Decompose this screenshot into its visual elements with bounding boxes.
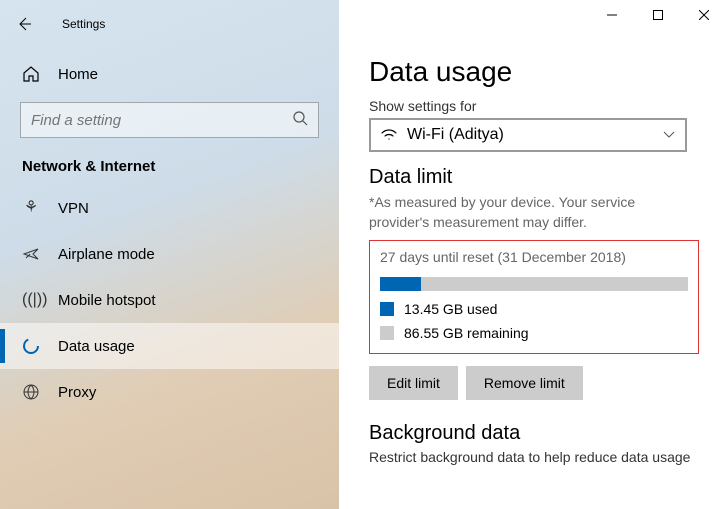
sidebar-item-airplane[interactable]: Airplane mode bbox=[0, 231, 339, 277]
show-settings-label: Show settings for bbox=[369, 98, 699, 114]
sidebar-item-data-usage[interactable]: Data usage bbox=[0, 323, 339, 369]
wifi-icon bbox=[381, 129, 397, 141]
nav-label: VPN bbox=[58, 200, 89, 217]
legend-used: 13.45 GB used bbox=[380, 301, 688, 317]
nav-label: Proxy bbox=[58, 384, 96, 401]
home-icon bbox=[22, 65, 40, 83]
nav-label: Mobile hotspot bbox=[58, 292, 156, 309]
page-title: Data usage bbox=[369, 56, 699, 88]
usage-progress-fill bbox=[380, 277, 421, 291]
legend-remaining: 86.55 GB remaining bbox=[380, 325, 688, 341]
title-bar: Settings bbox=[0, 4, 339, 44]
search-icon bbox=[292, 110, 308, 131]
close-button[interactable] bbox=[681, 0, 727, 30]
main-content: Data usage Show settings for Wi-Fi (Adit… bbox=[339, 0, 727, 509]
remaining-swatch bbox=[380, 326, 394, 340]
home-label: Home bbox=[58, 66, 98, 83]
chevron-down-icon bbox=[663, 131, 675, 139]
reset-text: 27 days until reset (31 December 2018) bbox=[380, 249, 688, 265]
nav-label: Airplane mode bbox=[58, 246, 155, 263]
sidebar-item-proxy[interactable]: Proxy bbox=[0, 369, 339, 415]
data-limit-box: 27 days until reset (31 December 2018) 1… bbox=[369, 240, 699, 354]
sidebar-item-vpn[interactable]: ⚘ VPN bbox=[0, 185, 339, 231]
background-data-desc: Restrict background data to help reduce … bbox=[369, 449, 699, 465]
data-usage-icon bbox=[22, 337, 40, 355]
background-data-heading: Background data bbox=[369, 422, 699, 445]
search-input[interactable] bbox=[20, 102, 319, 138]
network-selected-label: Wi-Fi (Aditya) bbox=[407, 126, 504, 144]
minimize-button[interactable] bbox=[589, 0, 635, 30]
data-limit-note: *As measured by your device. Your servic… bbox=[369, 193, 699, 232]
sidebar-item-hotspot[interactable]: ((|)) Mobile hotspot bbox=[0, 277, 339, 323]
proxy-icon bbox=[22, 383, 40, 401]
used-text: 13.45 GB used bbox=[404, 301, 497, 317]
maximize-button[interactable] bbox=[635, 0, 681, 30]
remaining-text: 86.55 GB remaining bbox=[404, 325, 529, 341]
network-selector[interactable]: Wi-Fi (Aditya) bbox=[369, 118, 687, 152]
back-button[interactable] bbox=[10, 10, 38, 38]
nav-label: Data usage bbox=[58, 338, 135, 355]
hotspot-icon: ((|)) bbox=[22, 291, 40, 309]
remove-limit-button[interactable]: Remove limit bbox=[466, 366, 583, 400]
sidebar: Settings Home Network & Internet ⚘ VPN A… bbox=[0, 0, 339, 509]
search-field[interactable] bbox=[31, 112, 292, 129]
used-swatch bbox=[380, 302, 394, 316]
window-title: Settings bbox=[62, 17, 105, 31]
airplane-icon bbox=[22, 245, 40, 263]
vpn-icon: ⚘ bbox=[22, 199, 40, 217]
usage-progress bbox=[380, 277, 688, 291]
sidebar-item-home[interactable]: Home bbox=[0, 52, 339, 96]
category-heading: Network & Internet bbox=[0, 138, 339, 185]
data-limit-heading: Data limit bbox=[369, 166, 699, 189]
edit-limit-button[interactable]: Edit limit bbox=[369, 366, 458, 400]
